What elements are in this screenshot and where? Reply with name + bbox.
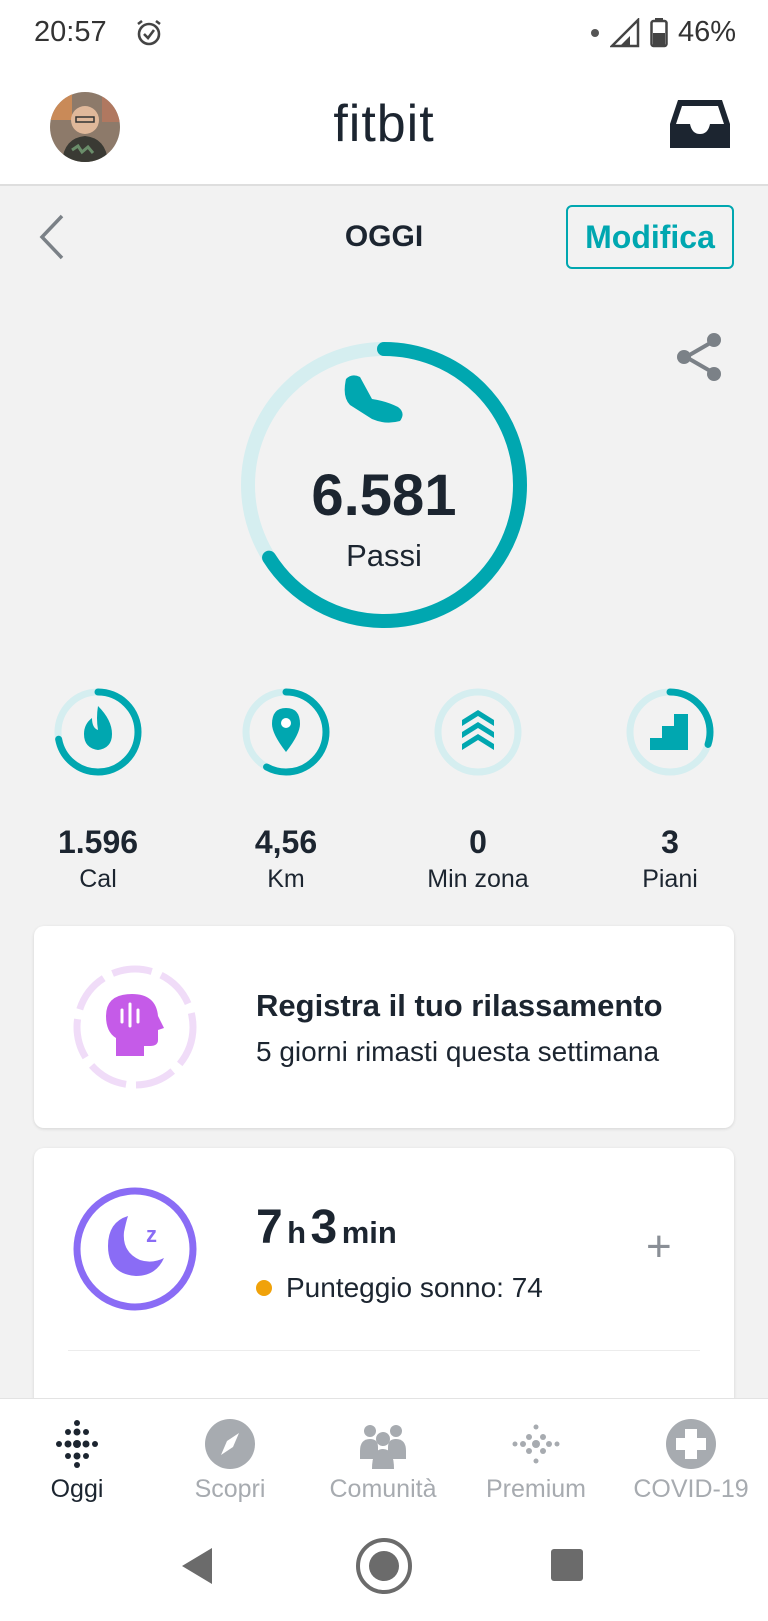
nav-discover[interactable]: Scopri <box>153 1417 307 1504</box>
status-right: 46% <box>590 16 736 49</box>
floors-value: 3 <box>661 824 679 860</box>
nav-community[interactable]: Comunità <box>306 1417 460 1504</box>
distance-label: Km <box>267 865 305 893</box>
sleep-minutes: 3 <box>310 1201 338 1254</box>
alarm-icon <box>137 19 161 46</box>
signal-icon <box>609 17 640 47</box>
app-header: fitbit <box>0 68 768 186</box>
location-pin-icon <box>272 708 300 752</box>
shoe-icon <box>344 375 403 423</box>
sleep-card[interactable]: z 7 h 3 min Punteggio sonno: 74 + <box>34 1148 734 1408</box>
system-back-icon[interactable] <box>180 1546 214 1586</box>
relax-subtitle: 5 giorni rimasti questa settimana <box>256 1036 660 1067</box>
stairs-icon <box>650 714 688 750</box>
notification-dot-icon <box>590 28 599 37</box>
status-bar: 20:57 46% <box>0 0 768 68</box>
add-sleep-button[interactable]: + <box>646 1222 672 1272</box>
battery-level: 46% <box>677 16 736 48</box>
fitbit-dots-icon <box>56 1420 98 1468</box>
nav-discover-label: Scopri <box>194 1475 266 1503</box>
fitbit-logo: fitbit <box>333 95 435 153</box>
zone-chevrons-icon <box>462 710 494 750</box>
zone-minutes-ring <box>434 688 522 776</box>
moon-icon: z <box>108 1216 164 1276</box>
relax-ring <box>73 965 197 1089</box>
premium-dots-icon <box>512 1424 560 1464</box>
zone-minutes-label: Min zona <box>427 865 529 893</box>
card-divider <box>68 1350 700 1351</box>
edit-button[interactable]: Modifica <box>566 205 734 269</box>
sleep-hours-unit: h <box>287 1215 307 1250</box>
sleep-duration: 7 h 3 min <box>256 1200 397 1255</box>
inbox-icon[interactable] <box>668 98 732 150</box>
svg-text:z: z <box>146 1222 157 1247</box>
status-time: 20:57 <box>34 16 107 48</box>
sleep-score-text: Punteggio sonno: 74 <box>286 1272 543 1303</box>
nav-today[interactable]: Oggi <box>0 1417 154 1504</box>
zone-minutes-value: 0 <box>469 824 487 860</box>
score-dot <box>256 1280 272 1296</box>
bottom-navigation: Oggi Scopri Comunità Premium COVID-19 <box>0 1398 768 1508</box>
stat-distance[interactable]: 4,56 Km <box>196 686 376 894</box>
calories-label: Cal <box>79 865 117 893</box>
nav-premium-label: Premium <box>485 1475 586 1503</box>
share-icon[interactable] <box>674 332 724 382</box>
community-icon <box>360 1425 406 1469</box>
sleep-hours: 7 <box>256 1201 283 1254</box>
steps-label: Passi <box>346 538 422 573</box>
relax-card[interactable]: Registra il tuo rilassamento 5 giorni ri… <box>34 926 734 1128</box>
battery-icon <box>650 17 668 47</box>
floors-ring <box>626 688 714 776</box>
sleep-minutes-unit: min <box>341 1215 397 1250</box>
sleep-ring: z <box>73 1187 197 1311</box>
relax-title: Registra il tuo rilassamento <box>256 988 663 1023</box>
stat-calories[interactable]: 1.596 Cal <box>8 686 188 894</box>
nav-premium[interactable]: Premium <box>459 1417 613 1504</box>
system-recents-icon[interactable] <box>550 1548 584 1582</box>
nav-community-label: Comunità <box>329 1475 437 1503</box>
medical-cross-icon <box>666 1419 716 1469</box>
system-navigation <box>0 1508 768 1621</box>
compass-icon <box>205 1419 255 1469</box>
calories-value: 1.596 <box>57 824 139 860</box>
flame-icon <box>84 706 112 750</box>
nav-today-label: Oggi <box>50 1475 104 1503</box>
system-home-icon[interactable] <box>354 1536 414 1596</box>
stat-floors[interactable]: 3 Piani <box>580 686 760 894</box>
nav-covid[interactable]: COVID-19 <box>614 1417 768 1504</box>
floors-label: Piani <box>642 865 698 893</box>
stat-zone-minutes[interactable]: 0 Min zona <box>388 686 568 894</box>
distance-value: 4,56 <box>254 824 318 860</box>
steps-value: 6.581 <box>311 463 457 528</box>
distance-ring <box>242 688 330 776</box>
nav-covid-label: COVID-19 <box>633 1475 749 1503</box>
sleep-score: Punteggio sonno: 74 <box>256 1272 543 1304</box>
calories-ring <box>54 688 142 776</box>
mindfulness-head-icon <box>106 994 164 1056</box>
